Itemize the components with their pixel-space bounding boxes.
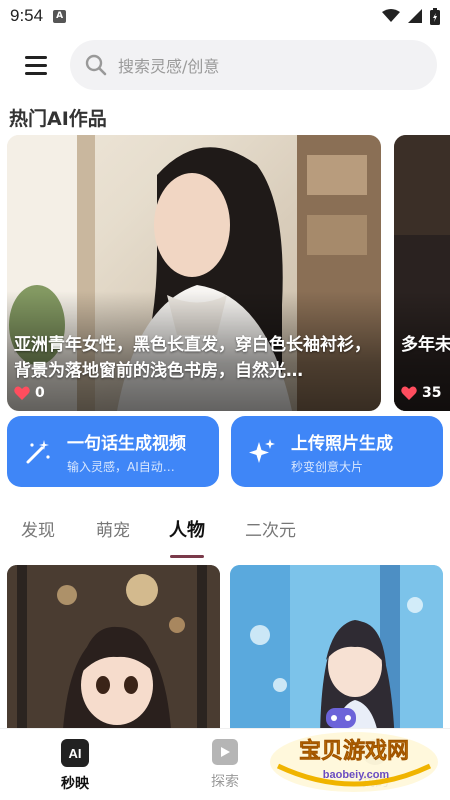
tab-pets[interactable]: 萌宠 xyxy=(96,516,130,541)
heart-icon xyxy=(14,386,30,400)
tab-indicator xyxy=(170,555,204,558)
signal-icon xyxy=(408,9,422,23)
watermark-url: baobeiy.com xyxy=(323,769,390,781)
watermark-text: 宝贝游戏网 xyxy=(299,738,409,764)
hot-card[interactable]: 多年未见，流…息，风… 35 xyxy=(394,135,450,411)
action-title: 一句话生成视频 xyxy=(67,433,186,454)
status-bar: 9:54 A xyxy=(0,0,450,32)
tab-people[interactable]: 人物 xyxy=(169,516,205,542)
heart-icon xyxy=(401,386,417,400)
action-subtitle: 秒变创意大片 xyxy=(291,459,364,474)
tab-anime[interactable]: 二次元 xyxy=(245,516,296,541)
menu-icon[interactable] xyxy=(14,43,58,87)
like-count-value: 0 xyxy=(35,385,45,401)
action-subtitle: 输入灵感，AI自动… xyxy=(67,459,175,474)
section-title-hot: 热门AI作品 xyxy=(9,108,107,130)
search-icon xyxy=(85,54,107,76)
hot-card[interactable]: 亚洲青年女性，黑色长直发，穿白色长袖衬衫，背景为落地窗前的浅色书房，自然光… 0 xyxy=(7,135,381,411)
like-count[interactable]: 0 xyxy=(14,385,45,401)
ai-icon: AI xyxy=(61,739,89,767)
battery-icon xyxy=(430,7,440,25)
nav-label: 秒映 xyxy=(61,776,89,792)
play-icon xyxy=(212,739,238,765)
hot-carousel[interactable]: 亚洲青年女性，黑色长直发，穿白色长袖衬衫，背景为落地窗前的浅色书房，自然光… 0… xyxy=(7,135,450,411)
action-title: 上传照片生成 xyxy=(291,433,393,454)
card-image xyxy=(7,565,220,745)
text-to-video-button[interactable]: 一句话生成视频 输入灵感，AI自动… xyxy=(7,416,219,487)
category-tabs: 发现 萌宠 人物 二次元 xyxy=(0,508,450,558)
status-time: 9:54 xyxy=(10,6,44,25)
card-caption: 亚洲青年女性，黑色长直发，穿白色长袖衬衫，背景为落地窗前的浅色书房，自然光… xyxy=(14,335,371,381)
like-count-value: 35 xyxy=(422,385,442,401)
nav-item-home[interactable]: AI 秒映 xyxy=(52,739,98,793)
magic-wand-icon xyxy=(26,439,50,463)
status-icons xyxy=(382,7,440,25)
like-count[interactable]: 35 xyxy=(401,385,441,401)
card-caption: 多年未见，流…息，风… xyxy=(401,335,450,355)
sparkle-icon xyxy=(249,438,275,463)
notification-badge: A xyxy=(53,9,67,23)
watermark-logo: 宝贝游戏网 baobeiy.com xyxy=(270,708,438,792)
photo-generate-button[interactable]: 上传照片生成 秒变创意大片 xyxy=(231,416,443,487)
tab-discover[interactable]: 发现 xyxy=(21,516,55,541)
nav-label: 探索 xyxy=(211,774,239,790)
header: 搜索灵感/创意 xyxy=(0,40,450,90)
wifi-icon xyxy=(382,9,400,22)
grid-card[interactable] xyxy=(7,565,220,745)
search-input[interactable]: 搜索灵感/创意 xyxy=(70,40,437,90)
search-placeholder: 搜索灵感/创意 xyxy=(118,57,220,76)
nav-item-explore[interactable]: 探索 xyxy=(202,739,248,791)
